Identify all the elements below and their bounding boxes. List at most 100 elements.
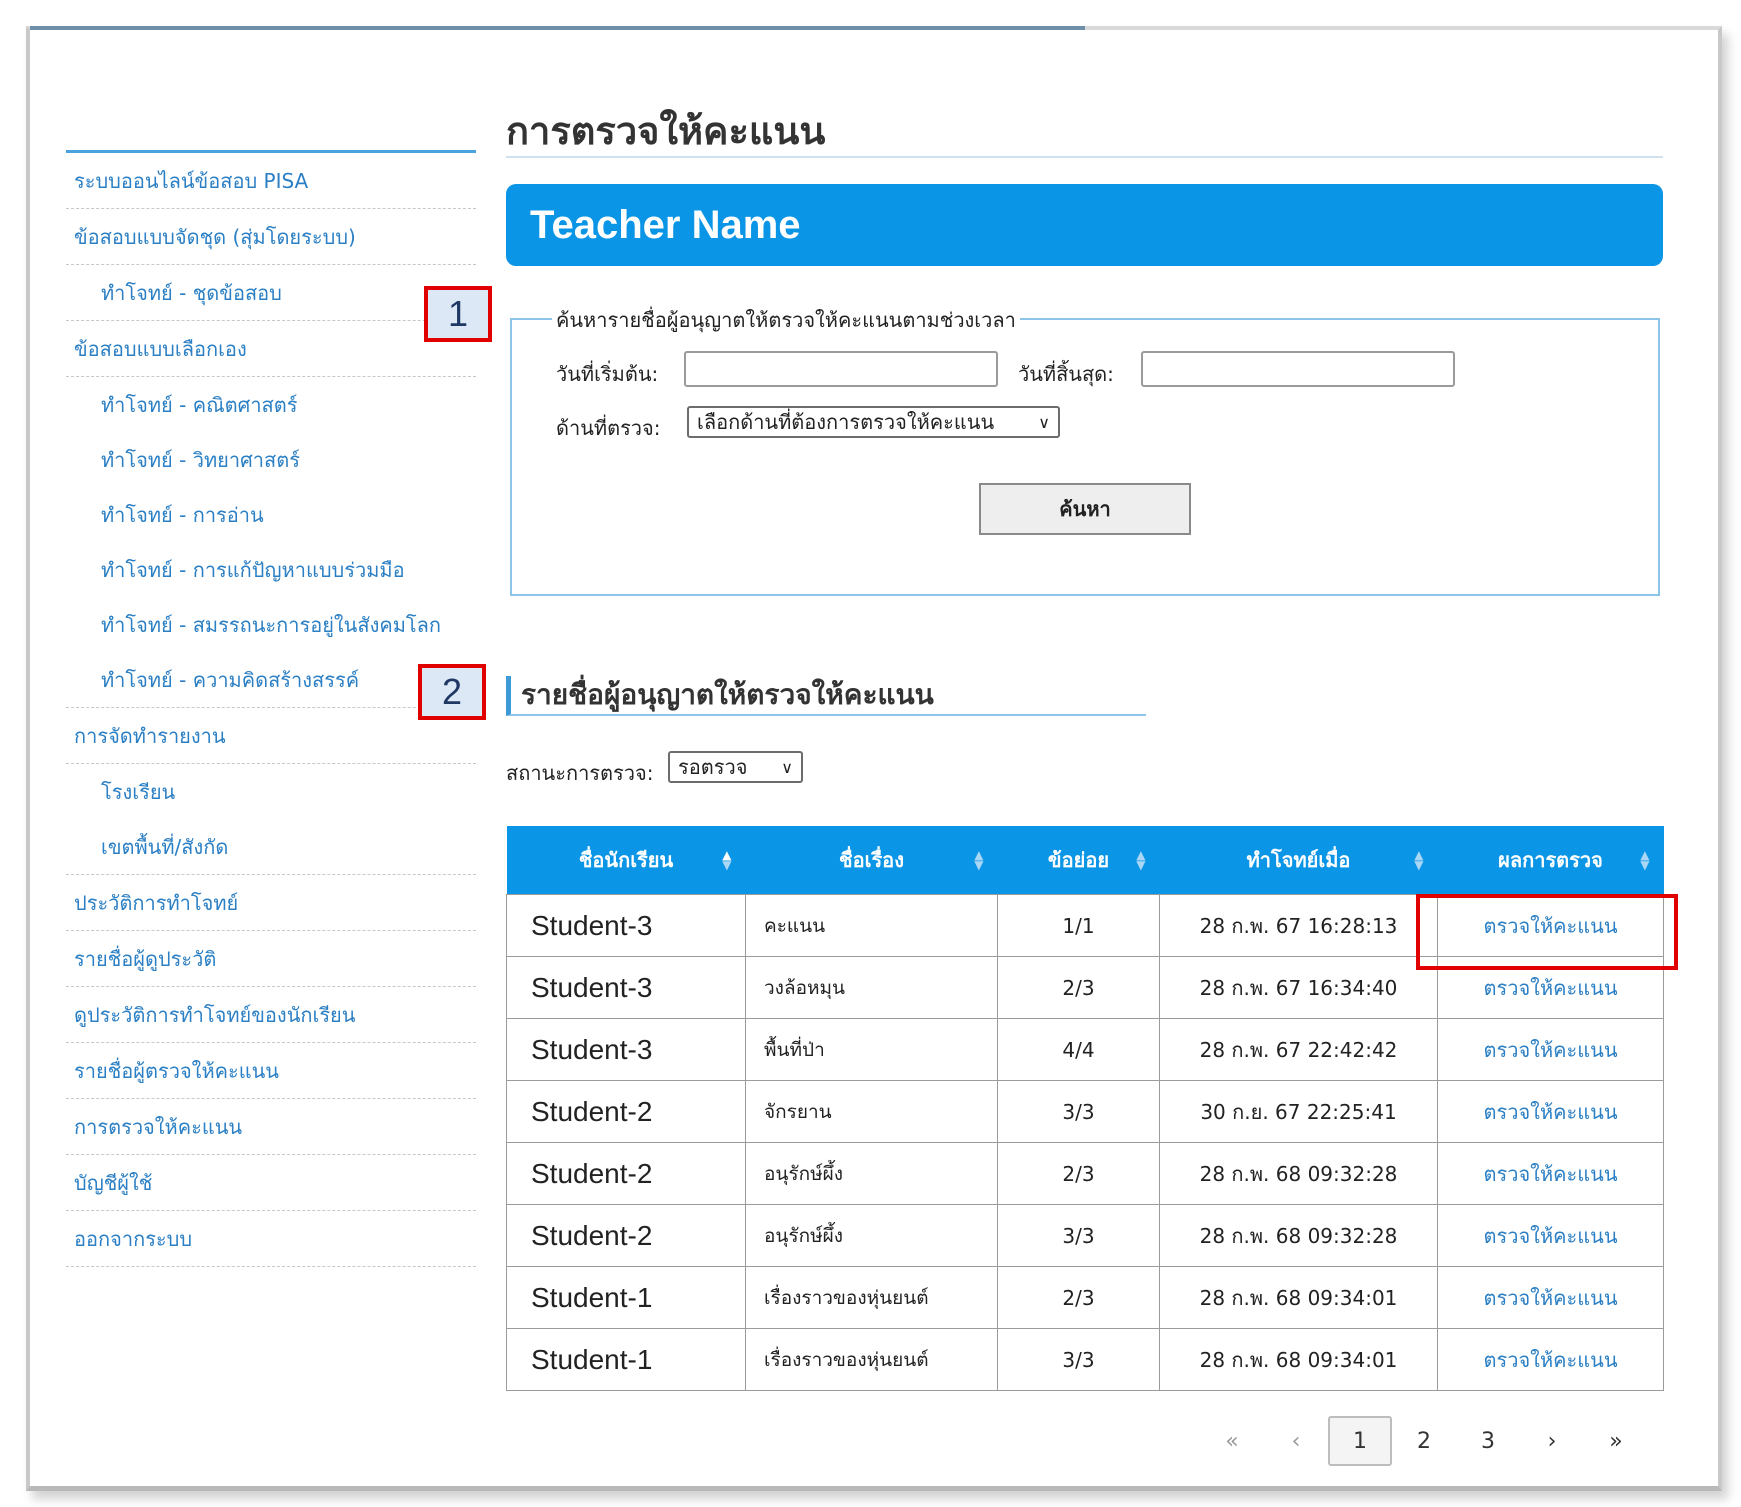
sidebar-item[interactable]: โรงเรียน <box>66 764 476 819</box>
header-done-at[interactable]: ทำโจทย์เมื่อ ▲ ▼ <box>1159 826 1438 895</box>
header-story-title[interactable]: ชื่อเรื่อง ▲ ▼ <box>745 826 998 895</box>
story-title-cell: เรื่องราวของหุ่นยนต์ <box>745 1328 998 1391</box>
sidebar-nav: ระบบออนไลน์ข้อสอบ PISA ข้อสอบแบบจัดชุด (ส… <box>66 150 476 1267</box>
sidebar-item[interactable]: ทำโจทย์ - คณิตศาสตร์ <box>66 377 476 432</box>
grade-link[interactable]: ตรวจให้คะแนน <box>1437 1080 1664 1143</box>
annotation-marker-1: 1 <box>424 286 492 342</box>
header-label: ข้อย่อย <box>1047 848 1110 872</box>
sidebar-item[interactable]: ทำโจทย์ - ชุดข้อสอบ <box>66 265 476 321</box>
story-title-cell: อนุรักษ์ผึ้ง <box>745 1142 998 1205</box>
grade-link[interactable]: ตรวจให้คะแนน <box>1437 1204 1664 1267</box>
sidebar-item[interactable]: ทำโจทย์ - วิทยาศาสตร์ <box>66 432 476 487</box>
table-row: Student-2 จักรยาน 3/3 30 ก.ย. 67 22:25:41 ตร… <box>506 1080 1664 1143</box>
sidebar-item[interactable]: ออกจากระบบ <box>66 1211 476 1267</box>
status-select-value: รอตรวจ <box>678 755 748 779</box>
story-title-cell: วงล้อหมุน <box>745 956 998 1019</box>
done-at-cell: 28 ก.พ. 68 09:34:01 <box>1159 1266 1438 1329</box>
student-name-cell: Student-1 <box>506 1328 746 1391</box>
table-row: Student-3 พื้นที่ป่า 4/4 28 ก.พ. 67 22:42:4… <box>506 1018 1664 1081</box>
page-next-button[interactable]: › <box>1520 1416 1584 1466</box>
start-date-label: วันที่เริ่มต้น: <box>556 362 659 386</box>
page-button-2[interactable]: 2 <box>1392 1416 1456 1466</box>
sidebar-item[interactable]: ทำโจทย์ - สมรรถนะการอยู่ในสังคมโลก <box>66 597 476 652</box>
aspect-label: ด้านที่ตรวจ: <box>556 416 661 440</box>
header-label: ชื่อนักเรียน <box>578 848 674 872</box>
story-title-cell: จักรยาน <box>745 1080 998 1143</box>
teacher-name-banner: Teacher Name <box>506 184 1663 266</box>
grade-link[interactable]: ตรวจให้คะแนน <box>1437 1018 1664 1081</box>
page-first-button[interactable]: « <box>1200 1416 1264 1466</box>
grade-link[interactable]: ตรวจให้คะแนน <box>1437 1266 1664 1329</box>
header-label: ทำโจทย์เมื่อ <box>1246 848 1351 872</box>
table-row: Student-2 อนุรักษ์ผึ้ง 3/3 28 ก.พ. 68 09:32… <box>506 1204 1664 1267</box>
student-name-cell: Student-2 <box>506 1142 746 1205</box>
sidebar-item[interactable]: การตรวจให้คะแนน <box>66 1099 476 1155</box>
sub-item-cell: 2/3 <box>997 956 1160 1019</box>
table-row: Student-1 เรื่องราวของหุ่นยนต์ 3/3 28 ก.พ. … <box>506 1328 1664 1391</box>
sidebar-item[interactable]: การจัดทำรายงาน <box>66 708 476 764</box>
sort-icon: ▲ ▼ <box>1136 848 1146 872</box>
chevron-down-icon: ∨ <box>781 757 793 777</box>
allowed-list-title: รายชื่อผู้อนุญาตให้ตรวจให้คะแนน <box>506 676 1146 716</box>
student-name-cell: Student-3 <box>506 1018 746 1081</box>
aspect-select-value: เลือกด้านที่ต้องการตรวจให้คะแนน <box>697 410 995 434</box>
grade-link[interactable]: ตรวจให้คะแนน <box>1437 1142 1664 1205</box>
student-name-cell: Student-2 <box>506 1080 746 1143</box>
sub-item-cell: 3/3 <box>997 1328 1160 1391</box>
sidebar-item[interactable]: ทำโจทย์ - ความคิดสร้างสรรค์ <box>66 652 476 708</box>
sidebar-item[interactable]: ข้อสอบแบบเลือกเอง <box>66 321 476 377</box>
sub-item-cell: 1/1 <box>997 894 1160 957</box>
sidebar-item[interactable]: ทำโจทย์ - การอ่าน <box>66 487 476 542</box>
page-last-button[interactable]: » <box>1584 1416 1648 1466</box>
page-prev-button[interactable]: ‹ <box>1264 1416 1328 1466</box>
story-title-cell: อนุรักษ์ผึ้ง <box>745 1204 998 1267</box>
header-sub-item[interactable]: ข้อย่อย ▲ ▼ <box>997 826 1160 895</box>
header-result[interactable]: ผลการตรวจ ▲ ▼ <box>1437 826 1664 895</box>
grade-link[interactable]: ตรวจให้คะแนน <box>1437 1328 1664 1391</box>
top-edge <box>30 26 1085 30</box>
page-button-3[interactable]: 3 <box>1456 1416 1520 1466</box>
sidebar-item[interactable]: รายชื่อผู้ดูประวัติ <box>66 931 476 987</box>
end-date-input[interactable] <box>1141 351 1455 387</box>
sort-icon: ▲ ▼ <box>1640 848 1650 872</box>
page-button-1[interactable]: 1 <box>1328 1416 1392 1466</box>
story-title-cell: คะแนน <box>745 894 998 957</box>
highlight-box <box>1416 894 1678 970</box>
done-at-cell: 30 ก.ย. 67 22:25:41 <box>1159 1080 1438 1143</box>
sidebar-item[interactable]: เขตพื้นที่/สังกัด <box>66 819 476 875</box>
table-row: Student-1 เรื่องราวของหุ่นยนต์ 2/3 28 ก.พ. … <box>506 1266 1664 1329</box>
done-at-cell: 28 ก.พ. 68 09:34:01 <box>1159 1328 1438 1391</box>
sort-icon: ▲ ▼ <box>722 848 732 872</box>
status-label: สถานะการตรวจ: <box>506 761 654 785</box>
student-name-cell: Student-2 <box>506 1204 746 1267</box>
sidebar-item[interactable]: ข้อสอบแบบจัดชุด (สุ่มโดยระบบ) <box>66 209 476 265</box>
header-student-name[interactable]: ชื่อนักเรียน ▲ ▼ <box>506 826 746 895</box>
chevron-down-icon: ∨ <box>1038 412 1050 432</box>
sub-item-cell: 3/3 <box>997 1204 1160 1267</box>
done-at-cell: 28 ก.พ. 67 16:28:13 <box>1159 894 1438 957</box>
student-name-cell: Student-1 <box>506 1266 746 1329</box>
sub-item-cell: 2/3 <box>997 1266 1160 1329</box>
done-at-cell: 28 ก.พ. 67 16:34:40 <box>1159 956 1438 1019</box>
sub-item-cell: 3/3 <box>997 1080 1160 1143</box>
sidebar-item[interactable]: บัญชีผู้ใช้ <box>66 1155 476 1211</box>
student-name-cell: Student-3 <box>506 956 746 1019</box>
pagination: « ‹ 1 2 3 › » <box>1200 1415 1648 1467</box>
sidebar-item[interactable]: ประวัติการทำโจทย์ <box>66 875 476 931</box>
sidebar-item[interactable]: ทำโจทย์ - การแก้ปัญหาแบบร่วมมือ <box>66 542 476 597</box>
done-at-cell: 28 ก.พ. 67 22:42:42 <box>1159 1018 1438 1081</box>
search-button[interactable]: ค้นหา <box>979 483 1191 535</box>
annotation-marker-2: 2 <box>418 664 486 720</box>
header-label: ผลการตรวจ <box>1498 848 1603 872</box>
sidebar-item[interactable]: ระบบออนไลน์ข้อสอบ PISA <box>66 153 476 209</box>
done-at-cell: 28 ก.พ. 68 09:32:28 <box>1159 1142 1438 1205</box>
aspect-select[interactable]: เลือกด้านที่ต้องการตรวจให้คะแนน ∨ <box>687 406 1060 438</box>
end-date-label: วันที่สิ้นสุด: <box>1018 362 1114 386</box>
story-title-cell: เรื่องราวของหุ่นยนต์ <box>745 1266 998 1329</box>
sidebar-item[interactable]: รายชื่อผู้ตรวจให้คะแนน <box>66 1043 476 1099</box>
status-select[interactable]: รอตรวจ ∨ <box>668 751 803 783</box>
sidebar-item[interactable]: ดูประวัติการทำโจทย์ของนักเรียน <box>66 987 476 1043</box>
sub-item-cell: 2/3 <box>997 1142 1160 1205</box>
start-date-input[interactable] <box>684 351 998 387</box>
done-at-cell: 28 ก.พ. 68 09:32:28 <box>1159 1204 1438 1267</box>
